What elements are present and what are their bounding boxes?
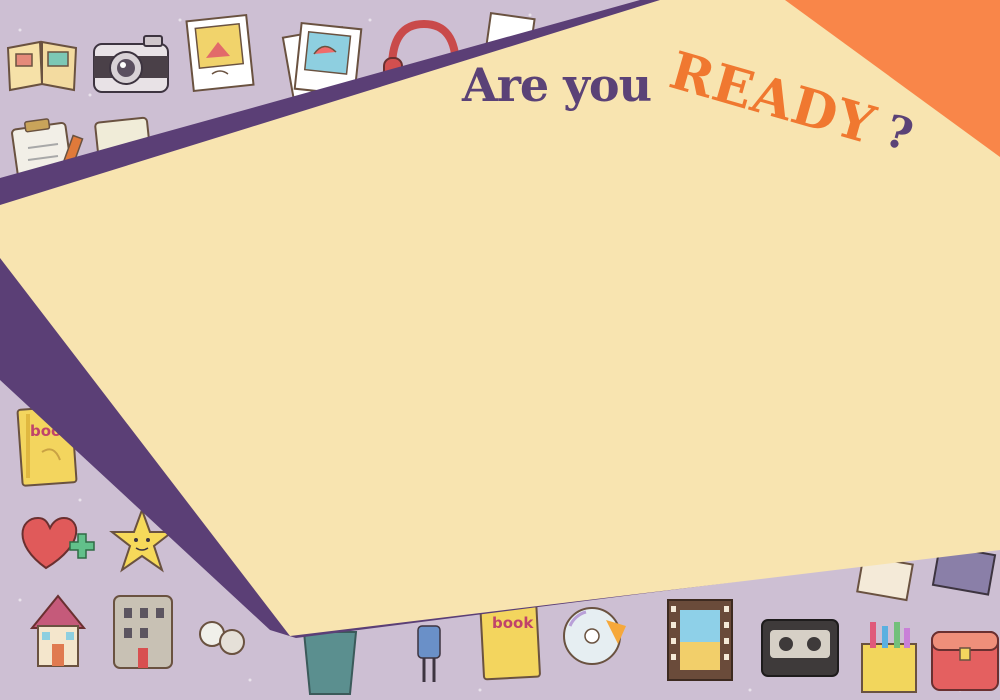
headline-are-you: Are you [462,58,652,112]
